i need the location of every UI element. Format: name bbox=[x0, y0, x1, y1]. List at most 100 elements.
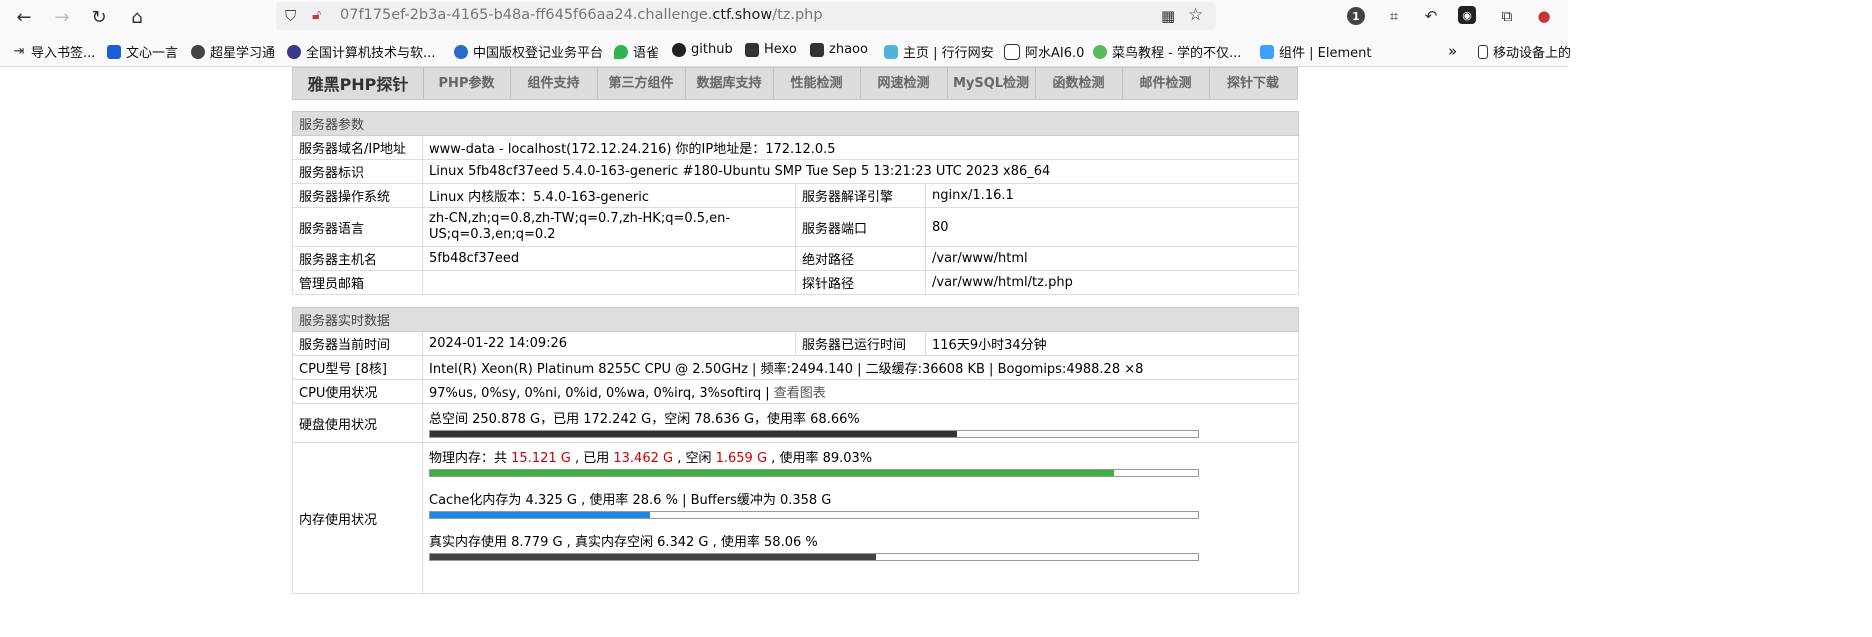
realtime-data-table: 服务器实时数据 服务器当前时间 2024-01-22 14:09:26 服务器已运行… bbox=[291, 307, 1300, 594]
bookmarks-bar: ⇥ 导入书签... 文心一言 超星学习通 全国计算机技术与软... 中国版权登记业… bbox=[0, 34, 1571, 67]
bookmark-hexo[interactable]: Hexo bbox=[745, 42, 797, 57]
bookmark-label: 阿水AI6.0 bbox=[1025, 46, 1085, 61]
insecure-lock-icon[interactable]: 🔓︎ bbox=[312, 7, 321, 23]
cpu-usage-value: 97%us, 0%sy, 0%ni, 0%id, 0%wa, 0%irq, 3%… bbox=[429, 386, 774, 401]
home-icon[interactable]: ⌂ bbox=[125, 5, 149, 29]
ruankao-icon bbox=[287, 44, 301, 59]
table-row: CPU使用状况 97%us, 0%sy, 0%ni, 0%id, 0%wa, 0%… bbox=[292, 379, 1300, 404]
bookmark-zhaoo[interactable]: zhaoo bbox=[810, 42, 868, 57]
back-arrow-icon[interactable]: ← bbox=[12, 5, 36, 29]
extensions-puzzle-icon[interactable]: ⧉ bbox=[1497, 6, 1517, 26]
probe-brand[interactable]: 雅黑PHP探针 bbox=[293, 68, 424, 99]
row-label: 服务器标识 bbox=[292, 159, 423, 184]
uptime-value: 116天9小时34分钟 bbox=[924, 331, 1300, 356]
more-bookmarks-chevron-icon[interactable]: » bbox=[1448, 42, 1457, 60]
phys-total: 15.121 G bbox=[511, 451, 571, 466]
bookmark-label: 超星学习通 bbox=[210, 46, 276, 61]
bookmark-label: 中国版权登记业务平台 bbox=[473, 46, 604, 61]
bookmark-label: github bbox=[691, 42, 733, 57]
bookmark-xinghang[interactable]: 主页 | 行行网安 bbox=[884, 42, 994, 61]
phys-free-prefix: , 空闲 bbox=[673, 451, 716, 466]
nav-mysql[interactable]: MySQL检测 bbox=[947, 68, 1036, 99]
bookmark-github[interactable]: github bbox=[672, 42, 733, 57]
shield-icon[interactable]: ⛉ bbox=[285, 7, 296, 25]
server-params-table: 服务器参数 服务器域名/IP地址 www-data - localhost(172… bbox=[291, 111, 1300, 295]
bookmark-mobile[interactable]: 移动设备上的 bbox=[1478, 42, 1571, 61]
bookmark-label: 组件 | Element bbox=[1279, 46, 1372, 61]
table-row: 服务器主机名 5fb48cf37eed 绝对路径/var/www/html bbox=[292, 246, 1300, 271]
runoob-icon bbox=[1093, 44, 1107, 59]
bookmark-label: 文心一言 bbox=[126, 46, 179, 61]
qr-code-icon[interactable]: ▦ bbox=[1161, 7, 1175, 25]
profile-avatar-icon[interactable]: ● bbox=[1534, 6, 1554, 26]
url-text[interactable]: 07f175ef-2b3a-4165-b48a-ff645f66aa24.cha… bbox=[340, 7, 823, 23]
table-row: 服务器语言 zh-CN,zh;q=0.8,zh-TW;q=0.7,zh-HK;q=… bbox=[292, 207, 1300, 247]
memory-usage-cell: 物理内存：共 15.121 G , 已用 13.462 G , 空闲 1.659… bbox=[421, 442, 1300, 594]
bookmark-runoob[interactable]: 菜鸟教程 - 学的不仅... bbox=[1093, 42, 1241, 61]
view-chart-link[interactable]: 查看图表 bbox=[774, 386, 826, 401]
url-bar[interactable]: ⛉ 🔓︎ 07f175ef-2b3a-4165-b48a-ff645f66aa2… bbox=[276, 2, 1216, 30]
nav-database[interactable]: 数据库支持 bbox=[685, 68, 774, 99]
undo-icon[interactable]: ↶ bbox=[1421, 6, 1441, 26]
mobile-device-icon bbox=[1478, 44, 1488, 59]
bookmark-chaoxing[interactable]: 超星学习通 bbox=[191, 42, 275, 61]
row-label: 服务器域名/IP地址 bbox=[292, 135, 423, 160]
forward-arrow-icon[interactable]: → bbox=[50, 5, 74, 29]
xinghang-icon bbox=[884, 44, 898, 59]
bookmark-copyright[interactable]: 中国版权登记业务平台 bbox=[454, 42, 603, 61]
probe-nav: 雅黑PHP探针 PHP参数 组件支持 第三方组件 数据库支持 性能检测 网速检测… bbox=[292, 67, 1298, 100]
nav-network-speed[interactable]: 网速检测 bbox=[860, 68, 948, 99]
section-header: 服务器参数 bbox=[291, 111, 1300, 136]
cache-memory-bar bbox=[429, 511, 1199, 519]
bookmark-yuque[interactable]: 语雀 bbox=[614, 42, 659, 61]
table-row: 服务器域名/IP地址 www-data - localhost(172.12.24… bbox=[292, 135, 1300, 160]
bookmark-ashui[interactable]: 阿水AI6.0 bbox=[1004, 42, 1084, 61]
bookmark-wenxin[interactable]: 文心一言 bbox=[107, 42, 178, 61]
bookmark-ruankao[interactable]: 全国计算机技术与软... bbox=[287, 42, 435, 61]
nav-performance[interactable]: 性能检测 bbox=[773, 68, 861, 99]
nav-php-params[interactable]: PHP参数 bbox=[423, 68, 511, 99]
row-value bbox=[422, 270, 796, 295]
section-title: 服务器实时数据 bbox=[291, 307, 1300, 332]
disk-usage-bar bbox=[429, 430, 1199, 438]
phys-used: 13.462 G bbox=[613, 451, 674, 466]
row-value: 5fb48cf37eed bbox=[422, 246, 796, 271]
cache-memory-text: Cache化内存为 4.325 G , 使用率 28.6 % | Buffers… bbox=[429, 493, 832, 508]
row-label: 服务器操作系统 bbox=[292, 183, 423, 208]
real-memory-text: 真实内存使用 8.779 G , 真实内存空闲 6.342 G , 使用率 58… bbox=[429, 535, 818, 550]
bookmark-label: 菜鸟教程 - 学的不仅... bbox=[1112, 46, 1242, 61]
mask-extension-icon[interactable]: ◉ bbox=[1458, 6, 1476, 24]
bookmark-import[interactable]: ⇥ 导入书签... bbox=[12, 42, 96, 61]
crop-icon[interactable]: ⌗ bbox=[1384, 6, 1404, 26]
nav-download[interactable]: 探针下载 bbox=[1209, 68, 1297, 99]
nav-mail[interactable]: 邮件检测 bbox=[1122, 68, 1210, 99]
table-row: 管理员邮箱 探针路径/var/www/html/tz.php bbox=[292, 270, 1300, 295]
url-host-main: ctf.show bbox=[712, 7, 773, 23]
table-row: 硬盘使用状况 总空间 250.878 G，已用 172.242 G，空闲 78.… bbox=[292, 403, 1300, 443]
row-label: 服务器已运行时间 bbox=[795, 331, 926, 356]
table-row: CPU型号 [8核] Intel(R) Xeon(R) Platinum 8255… bbox=[292, 355, 1300, 380]
bookmark-star-icon[interactable]: ☆ bbox=[1188, 5, 1203, 25]
row-value: /var/www/html bbox=[924, 246, 1300, 271]
reload-icon[interactable]: ↻ bbox=[87, 5, 111, 29]
nav-components[interactable]: 组件支持 bbox=[510, 68, 598, 99]
copyright-icon bbox=[454, 44, 468, 59]
nav-functions[interactable]: 函数检测 bbox=[1035, 68, 1123, 99]
wenxin-icon bbox=[107, 44, 121, 59]
real-memory-fill bbox=[430, 554, 876, 560]
disk-usage-cell: 总空间 250.878 G，已用 172.242 G，空闲 78.636 G，使… bbox=[421, 403, 1300, 443]
row-label: CPU使用状况 bbox=[292, 379, 423, 404]
section-title: 服务器参数 bbox=[291, 111, 1300, 136]
bookmark-label: 移动设备上的 bbox=[1493, 46, 1572, 61]
table-row: 服务器当前时间 2024-01-22 14:09:26 服务器已运行时间 116天9小… bbox=[292, 331, 1300, 356]
row-label: 硬盘使用状况 bbox=[292, 403, 423, 443]
section-header: 服务器实时数据 bbox=[291, 307, 1300, 332]
phys-used-prefix: , 已用 bbox=[570, 451, 614, 466]
nav-third-party[interactable]: 第三方组件 bbox=[597, 68, 686, 99]
row-label: 内存使用状况 bbox=[292, 442, 423, 594]
table-row: 服务器标识 Linux 5fb48cf37eed 5.4.0-163-generi… bbox=[292, 159, 1300, 184]
extension-badge-icon[interactable]: 1 bbox=[1346, 6, 1366, 26]
phys-free: 1.659 G bbox=[715, 451, 768, 466]
bookmark-element[interactable]: 组件 | Element bbox=[1260, 42, 1371, 61]
row-value: zh-CN,zh;q=0.8,zh-TW;q=0.7,zh-HK;q=0.5,e… bbox=[422, 207, 796, 247]
